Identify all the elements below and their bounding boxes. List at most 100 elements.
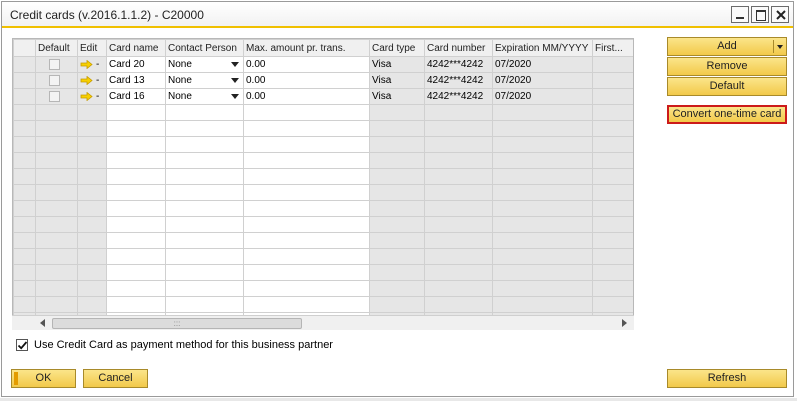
grid-header-row: Default Edit Card name Contact Person Ma… xyxy=(13,39,633,57)
max-amount-cell[interactable]: 0.00 xyxy=(243,72,370,89)
contact-person-value: None xyxy=(168,91,192,102)
empty-row[interactable] xyxy=(13,120,633,137)
scroll-right-icon[interactable] xyxy=(622,319,627,327)
empty-row[interactable] xyxy=(13,248,633,265)
default-button[interactable]: Default xyxy=(667,77,787,96)
arrow-right-icon[interactable] xyxy=(80,92,93,101)
max-amount-cell[interactable]: 0.00 xyxy=(243,88,370,105)
table-row[interactable]: - Card 20 None 0.00 Visa 4242***4242 07/… xyxy=(13,56,633,73)
arrow-right-icon[interactable] xyxy=(80,60,93,69)
contact-person-dropdown[interactable]: None xyxy=(165,72,244,89)
horizontal-scrollbar[interactable]: ::: xyxy=(12,315,634,330)
empty-row[interactable] xyxy=(13,200,633,217)
dropdown-arrow-icon[interactable] xyxy=(231,78,239,83)
column-header-edit[interactable]: Edit xyxy=(77,39,107,57)
dropdown-arrow-icon[interactable] xyxy=(231,62,239,67)
first-cell xyxy=(592,88,633,105)
dropdown-arrow-icon[interactable] xyxy=(231,94,239,99)
table-row[interactable]: - Card 13 None 0.00 Visa 4242***4242 07/… xyxy=(13,72,633,89)
arrow-right-icon[interactable] xyxy=(80,76,93,85)
empty-row[interactable] xyxy=(13,280,633,297)
grid-body: - Card 20 None 0.00 Visa 4242***4242 07/… xyxy=(13,56,633,329)
empty-row[interactable] xyxy=(13,264,633,281)
column-header-first[interactable]: First... xyxy=(592,39,633,57)
check-icon xyxy=(17,341,28,350)
column-header-contact-person[interactable]: Contact Person xyxy=(165,39,244,57)
empty-row[interactable] xyxy=(13,296,633,313)
default-cell[interactable] xyxy=(35,88,78,105)
row-number-cell[interactable] xyxy=(13,88,36,105)
credit-cards-window: Credit cards (v.2016.1.1.2) - C20000 Def… xyxy=(1,1,794,397)
contact-person-dropdown[interactable]: None xyxy=(165,56,244,73)
use-credit-card-label: Use Credit Card as payment method for th… xyxy=(34,339,333,351)
ok-button[interactable]: OK xyxy=(11,369,76,388)
default-checkbox[interactable] xyxy=(49,74,60,86)
default-checkbox[interactable] xyxy=(49,58,60,70)
close-button[interactable] xyxy=(771,6,789,23)
close-icon xyxy=(776,10,786,20)
expiration-cell: 07/2020 xyxy=(492,56,593,73)
edit-cell[interactable]: - xyxy=(77,88,107,105)
empty-row[interactable] xyxy=(13,152,633,169)
default-checkbox[interactable] xyxy=(49,90,60,102)
card-type-cell: Visa xyxy=(369,72,425,89)
edit-dash: - xyxy=(96,75,100,86)
default-cell[interactable] xyxy=(35,72,78,89)
empty-row[interactable] xyxy=(13,104,633,121)
card-number-cell: 4242***4242 xyxy=(424,72,493,89)
grid-table: Default Edit Card name Contact Person Ma… xyxy=(13,39,633,329)
empty-row[interactable] xyxy=(13,184,633,201)
expiration-cell: 07/2020 xyxy=(492,72,593,89)
card-name-cell[interactable]: Card 16 xyxy=(106,88,166,105)
card-number-cell: 4242***4242 xyxy=(424,56,493,73)
column-header-card-number[interactable]: Card number xyxy=(424,39,493,57)
empty-row[interactable] xyxy=(13,216,633,233)
card-name-cell[interactable]: Card 13 xyxy=(106,72,166,89)
scroll-left-icon[interactable] xyxy=(40,319,45,327)
column-header-card-name[interactable]: Card name xyxy=(106,39,166,57)
refresh-button[interactable]: Refresh xyxy=(667,369,787,388)
scrollbar-thumb[interactable]: ::: xyxy=(52,318,302,329)
window-title: Credit cards (v.2016.1.1.2) - C20000 xyxy=(10,8,204,22)
cancel-button[interactable]: Cancel xyxy=(83,369,148,388)
payment-method-option: Use Credit Card as payment method for th… xyxy=(16,339,333,351)
chevron-down-icon[interactable] xyxy=(777,45,783,49)
column-header-rownum xyxy=(13,39,36,57)
convert-one-time-card-button[interactable]: Convert one-time card xyxy=(667,105,787,124)
edit-dash: - xyxy=(96,91,100,102)
empty-row[interactable] xyxy=(13,136,633,153)
contact-person-value: None xyxy=(168,59,192,70)
add-button[interactable]: Add xyxy=(667,37,787,56)
empty-row[interactable] xyxy=(13,168,633,185)
column-header-expiration[interactable]: Expiration MM/YYYY xyxy=(492,39,593,57)
first-cell xyxy=(592,56,633,73)
table-row[interactable]: - Card 16 None 0.00 Visa 4242***4242 07/… xyxy=(13,88,633,105)
max-amount-cell[interactable]: 0.00 xyxy=(243,56,370,73)
expiration-cell: 07/2020 xyxy=(492,88,593,105)
column-header-card-type[interactable]: Card type xyxy=(369,39,425,57)
empty-row[interactable] xyxy=(13,232,633,249)
maximize-button[interactable] xyxy=(751,6,769,23)
card-number-cell: 4242***4242 xyxy=(424,88,493,105)
first-cell xyxy=(592,72,633,89)
contact-person-value: None xyxy=(168,75,192,86)
edit-dash: - xyxy=(96,59,100,70)
credit-cards-grid: Default Edit Card name Contact Person Ma… xyxy=(12,38,634,330)
column-header-default[interactable]: Default xyxy=(35,39,78,57)
column-header-max-amount[interactable]: Max. amount pr. trans. xyxy=(243,39,370,57)
contact-person-dropdown[interactable]: None xyxy=(165,88,244,105)
title-bar: Credit cards (v.2016.1.1.2) - C20000 xyxy=(2,2,793,28)
row-number-cell[interactable] xyxy=(13,72,36,89)
minimize-button[interactable] xyxy=(731,6,749,23)
window-controls xyxy=(731,6,789,23)
card-type-cell: Visa xyxy=(369,56,425,73)
add-split-separator xyxy=(773,40,774,53)
edit-cell[interactable]: - xyxy=(77,72,107,89)
remove-button[interactable]: Remove xyxy=(667,57,787,76)
card-name-cell[interactable]: Card 20 xyxy=(106,56,166,73)
row-number-cell[interactable] xyxy=(13,56,36,73)
default-cell[interactable] xyxy=(35,56,78,73)
use-credit-card-checkbox[interactable] xyxy=(16,339,28,351)
edit-cell[interactable]: - xyxy=(77,56,107,73)
card-type-cell: Visa xyxy=(369,88,425,105)
